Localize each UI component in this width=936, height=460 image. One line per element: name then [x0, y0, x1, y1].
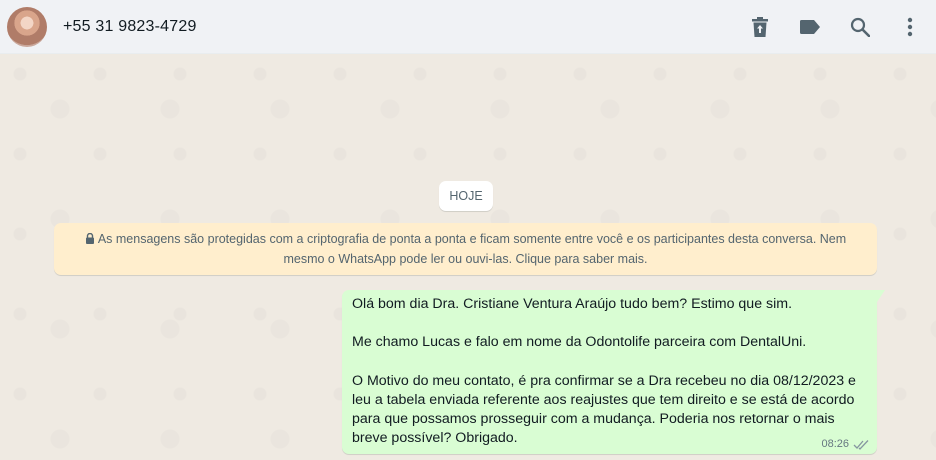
- delete-button[interactable]: [748, 15, 772, 39]
- bubble-tail: [877, 290, 885, 302]
- search-icon: [850, 17, 870, 37]
- header-actions: [722, 0, 922, 54]
- chat-panel[interactable]: HOJE As mensagens são protegidas com a c…: [0, 54, 936, 460]
- outgoing-message[interactable]: Olá bom dia Dra. Cristiane Ventura Araúj…: [342, 290, 885, 454]
- lock-icon: [85, 233, 94, 244]
- chat-header: +55 31 9823-4729: [0, 0, 936, 54]
- delete-icon: [752, 17, 768, 37]
- contact-avatar[interactable]: [7, 6, 47, 47]
- message-meta: 08:26: [821, 438, 869, 450]
- message-text: Olá bom dia Dra. Cristiane Ventura Araúj…: [352, 296, 856, 447]
- message-time: 08:26: [821, 438, 849, 450]
- menu-button[interactable]: [898, 15, 922, 39]
- search-button[interactable]: [848, 15, 872, 39]
- encryption-notice-text: As mensagens são protegidas com a cripto…: [97, 232, 847, 266]
- encryption-notice[interactable]: As mensagens são protegidas com a cripto…: [54, 223, 877, 275]
- label-button[interactable]: [798, 15, 822, 39]
- more-options-icon: [907, 17, 913, 37]
- contact-name[interactable]: +55 31 9823-4729: [63, 18, 197, 36]
- read-receipt-icon: [853, 439, 869, 450]
- date-separator: HOJE: [439, 181, 493, 211]
- label-icon: [800, 20, 820, 34]
